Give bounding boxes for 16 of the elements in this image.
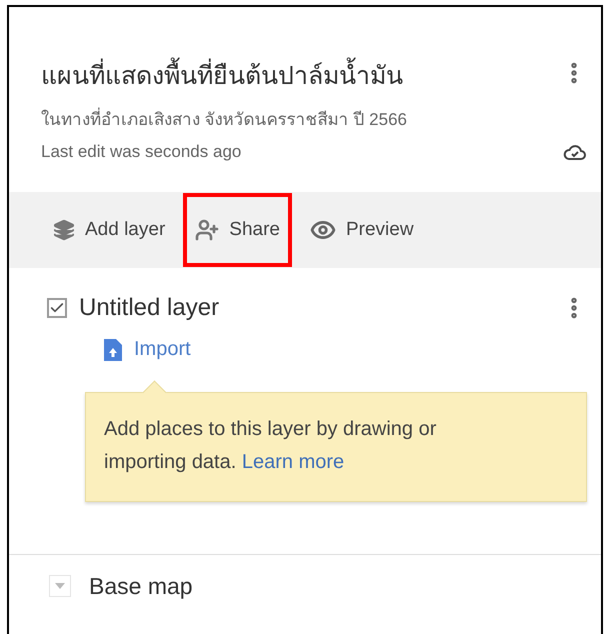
file-upload-icon <box>104 338 122 360</box>
tooltip-text: Add places to this layer by drawing or importing data. Learn more <box>104 416 438 474</box>
map-title: แผนที่แสดงพื้นที่ยืนต้นปาล์มน้ำมัน <box>41 51 561 95</box>
cloud-check-icon <box>563 142 587 162</box>
share-button[interactable]: Share <box>183 193 292 267</box>
add-person-icon <box>195 218 220 242</box>
layer-name: Untitled layer <box>79 294 220 322</box>
map-description: ในทางที่อำเภอเสิงสาง จังหวัดนครราชสีมา ปี 2566 <box>41 105 561 132</box>
add-layer-button[interactable]: Add layer <box>41 215 178 245</box>
last-edit-status: Last edit was seconds ago <box>41 142 242 162</box>
preview-button[interactable]: Preview <box>298 213 426 247</box>
base-map-label: Base map <box>89 572 193 600</box>
layers-icon <box>53 219 75 241</box>
layer-checkbox[interactable] <box>47 298 67 318</box>
learn-more-link[interactable]: Learn more <box>242 450 344 472</box>
import-link[interactable]: Import <box>104 338 191 361</box>
